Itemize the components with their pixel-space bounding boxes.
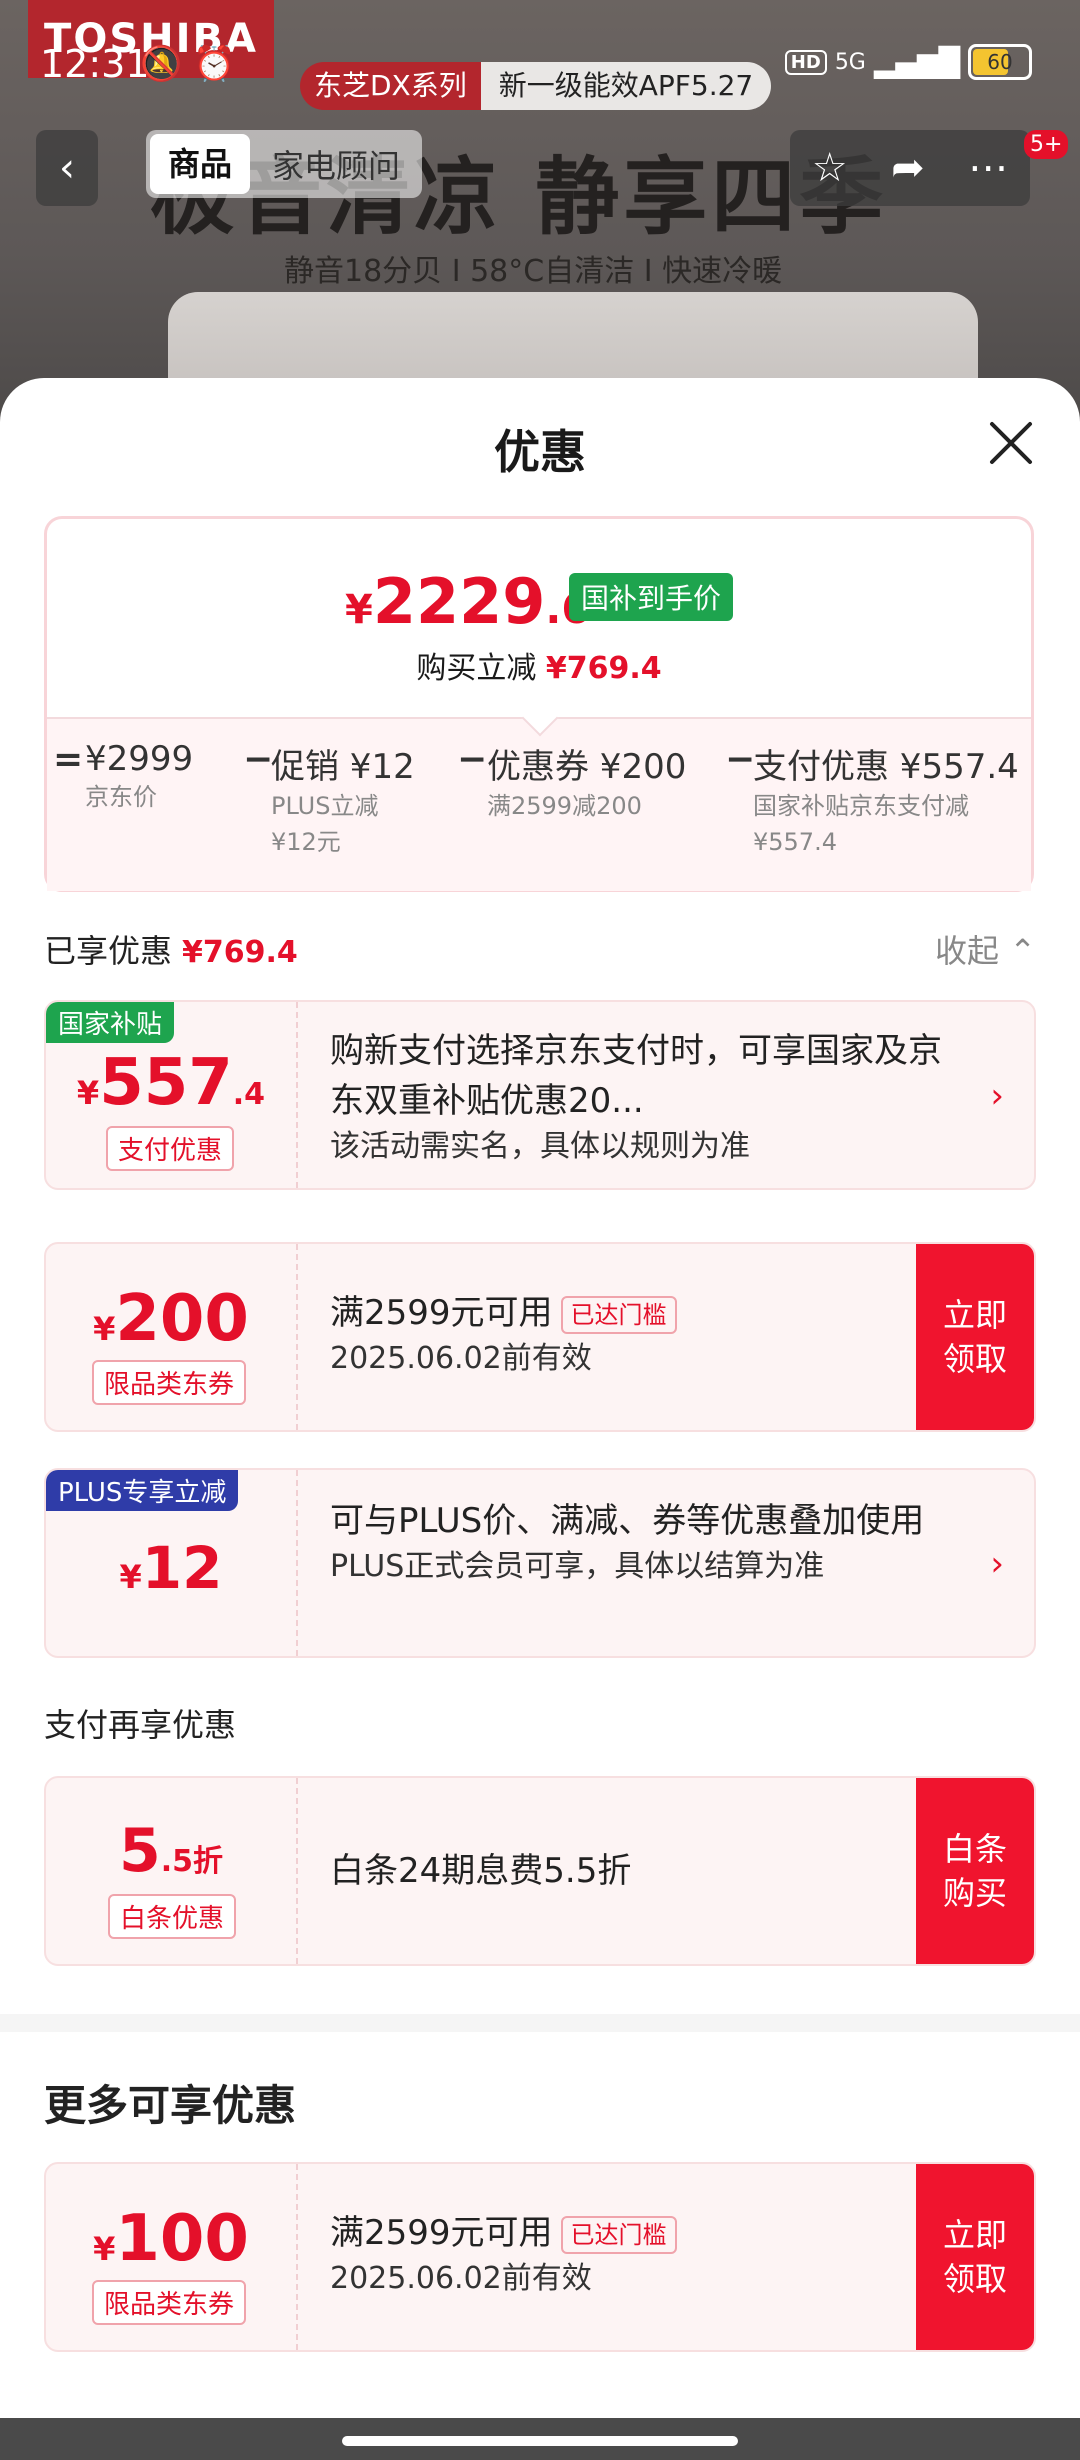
status-bar: 12:31 🔕 ⏰ HD 5G ▂▄▆█ 60 <box>0 36 1080 100</box>
collapse-toggle[interactable]: 收起 ⌃ <box>935 926 1036 972</box>
battery-icon: 60 <box>968 44 1032 80</box>
coupon-amount: ¥100 <box>93 2202 249 2276</box>
baitiao-label: 白条优惠 <box>108 1894 237 1939</box>
coupon-type-label: 限品类东券 <box>92 2280 247 2325</box>
breakdown-jd-price: ¥2999 京东价 <box>85 739 194 811</box>
national-subsidy-card[interactable]: 国家补贴 ¥557.4 支付优惠 购新支付选择京东支付时，可享国家及京东双重补贴… <box>44 1000 1036 1190</box>
plus-amount: ¥12 <box>119 1534 223 1602</box>
minus-sign: − <box>457 739 488 780</box>
nav-tabs: 商品 家电顾问 <box>146 130 423 198</box>
card-description: 购新支付选择京东支付时，可享国家及京东双重补贴优惠20... 该活动需实名，具体… <box>330 1031 942 1164</box>
top-nav: ‹ 商品 家电顾问 ☆ ➦ ⋯ 5+ <box>0 130 1080 206</box>
mute-icon: 🔕 <box>140 44 183 84</box>
home-indicator[interactable] <box>342 2436 738 2446</box>
coupon-amount: ¥200 <box>93 1282 249 1356</box>
status-icons: 🔕 ⏰ <box>140 44 236 84</box>
equals-sign: = <box>53 739 84 780</box>
alarm-icon: ⏰ <box>193 44 236 84</box>
total-reduction: 购买立减 ¥769.4 <box>416 651 662 686</box>
hd-icon: HD <box>784 49 827 75</box>
claim-coupon-button[interactable]: 立即领取 <box>916 1244 1034 1430</box>
signal-icon: ▂▄▆█ <box>873 45 960 79</box>
pay-more-header: 支付再享优惠 <box>44 1706 237 1744</box>
subsidy-price-tag: 国补到手价 <box>569 573 734 621</box>
discount-type-label: 支付优惠 <box>106 1126 235 1171</box>
baitiao-buy-button[interactable]: 白条购买 <box>916 1778 1034 1964</box>
close-icon[interactable] <box>986 418 1036 468</box>
coupon-card-100: ¥100 限品类东券 满2599元可用 已达门槛 2025.06.02前有效 立即… <box>44 2162 1036 2352</box>
discount-sheet: 优惠 ¥2229.6 国补到手价 购买立减 ¥769.4 = ¥2999 京东价… <box>0 378 1080 2026</box>
coupon-description: 满2599元可用 已达门槛 2025.06.02前有效 <box>330 1288 914 1380</box>
tab-advisor[interactable]: 家电顾问 <box>250 141 422 187</box>
plus-description: 可与PLUS价、满减、券等优惠叠加使用 PLUS正式会员可享，具体以结算为准 <box>330 1501 925 1584</box>
price-breakdown: = ¥2999 京东价 − 促销 ¥12 PLUS立减 ¥12元 − 优惠券 ¥… <box>47 699 1031 891</box>
back-button[interactable]: ‹ <box>36 130 98 206</box>
price-summary: ¥2229.6 国补到手价 购买立减 ¥769.4 = ¥2999 京东价 − … <box>44 516 1034 892</box>
coupon-type-label: 限品类东券 <box>92 1360 247 1405</box>
sheet-title: 优惠 <box>494 425 586 479</box>
threshold-badge: 已达门槛 <box>560 1295 677 1334</box>
coupon-description: 满2599元可用 已达门槛 2025.06.02前有效 <box>330 2208 914 2300</box>
baitiao-description: 白条24期息费5.5折 <box>330 1851 632 1891</box>
breakdown-coupon: 优惠券 ¥200 满2599减200 <box>487 747 687 820</box>
plus-discount-card[interactable]: PLUS专享立减 ¥12 可与PLUS价、满减、券等优惠叠加使用 PLUS正式会… <box>44 1468 1036 1658</box>
minus-sign: − <box>243 739 274 780</box>
chevron-up-icon: ⌃ <box>1009 932 1036 970</box>
baitiao-discount: 5.5折 <box>118 1816 224 1886</box>
share-icon[interactable]: ➦ <box>891 145 925 191</box>
tab-product[interactable]: 商品 <box>150 134 251 194</box>
home-indicator-bar <box>0 2418 1080 2460</box>
network-label: 5G <box>834 49 866 75</box>
coupon-card-200: ¥200 限品类东券 满2599元可用 已达门槛 2025.06.02前有效 立即… <box>44 1242 1036 1432</box>
chevron-right-icon[interactable]: › <box>990 1544 1004 1584</box>
final-price: ¥2229.6 <box>345 565 591 638</box>
enjoyed-discount-header: 已享优惠 ¥769.4 <box>44 932 298 970</box>
more-icon[interactable]: ⋯ <box>968 145 1008 191</box>
message-badge: 5+ <box>1024 130 1069 159</box>
breakdown-promotion: 促销 ¥12 PLUS立减 ¥12元 <box>271 747 415 856</box>
more-discounts-title: 更多可享优惠 <box>44 2081 297 2130</box>
hero-features: 静音18分贝 I 58°C自清洁 I 快速冷暖 <box>284 254 783 289</box>
breakdown-payment: 支付优惠 ¥557.4 国家补贴京东支付减 ¥557.4 <box>753 747 1019 856</box>
claim-coupon-button[interactable]: 立即领取 <box>916 2164 1034 2350</box>
threshold-badge: 已达门槛 <box>560 2215 677 2254</box>
status-right: HD 5G ▂▄▆█ 60 <box>784 44 1032 80</box>
discount-amount: ¥557.4 <box>76 1046 266 1120</box>
section-divider <box>0 2014 1080 2032</box>
chevron-right-icon[interactable]: › <box>990 1076 1004 1116</box>
status-time: 12:31 <box>40 42 150 86</box>
nav-actions: ☆ ➦ ⋯ <box>790 130 1030 206</box>
more-discounts-section: 更多可享优惠 ¥100 限品类东券 满2599元可用 已达门槛 2025.06.0… <box>0 2032 1080 2418</box>
favorite-star-icon[interactable]: ☆ <box>812 145 848 191</box>
baitiao-card: 5.5折 白条优惠 白条24期息费5.5折 白条购买 <box>44 1776 1036 1966</box>
minus-sign: − <box>725 739 756 780</box>
